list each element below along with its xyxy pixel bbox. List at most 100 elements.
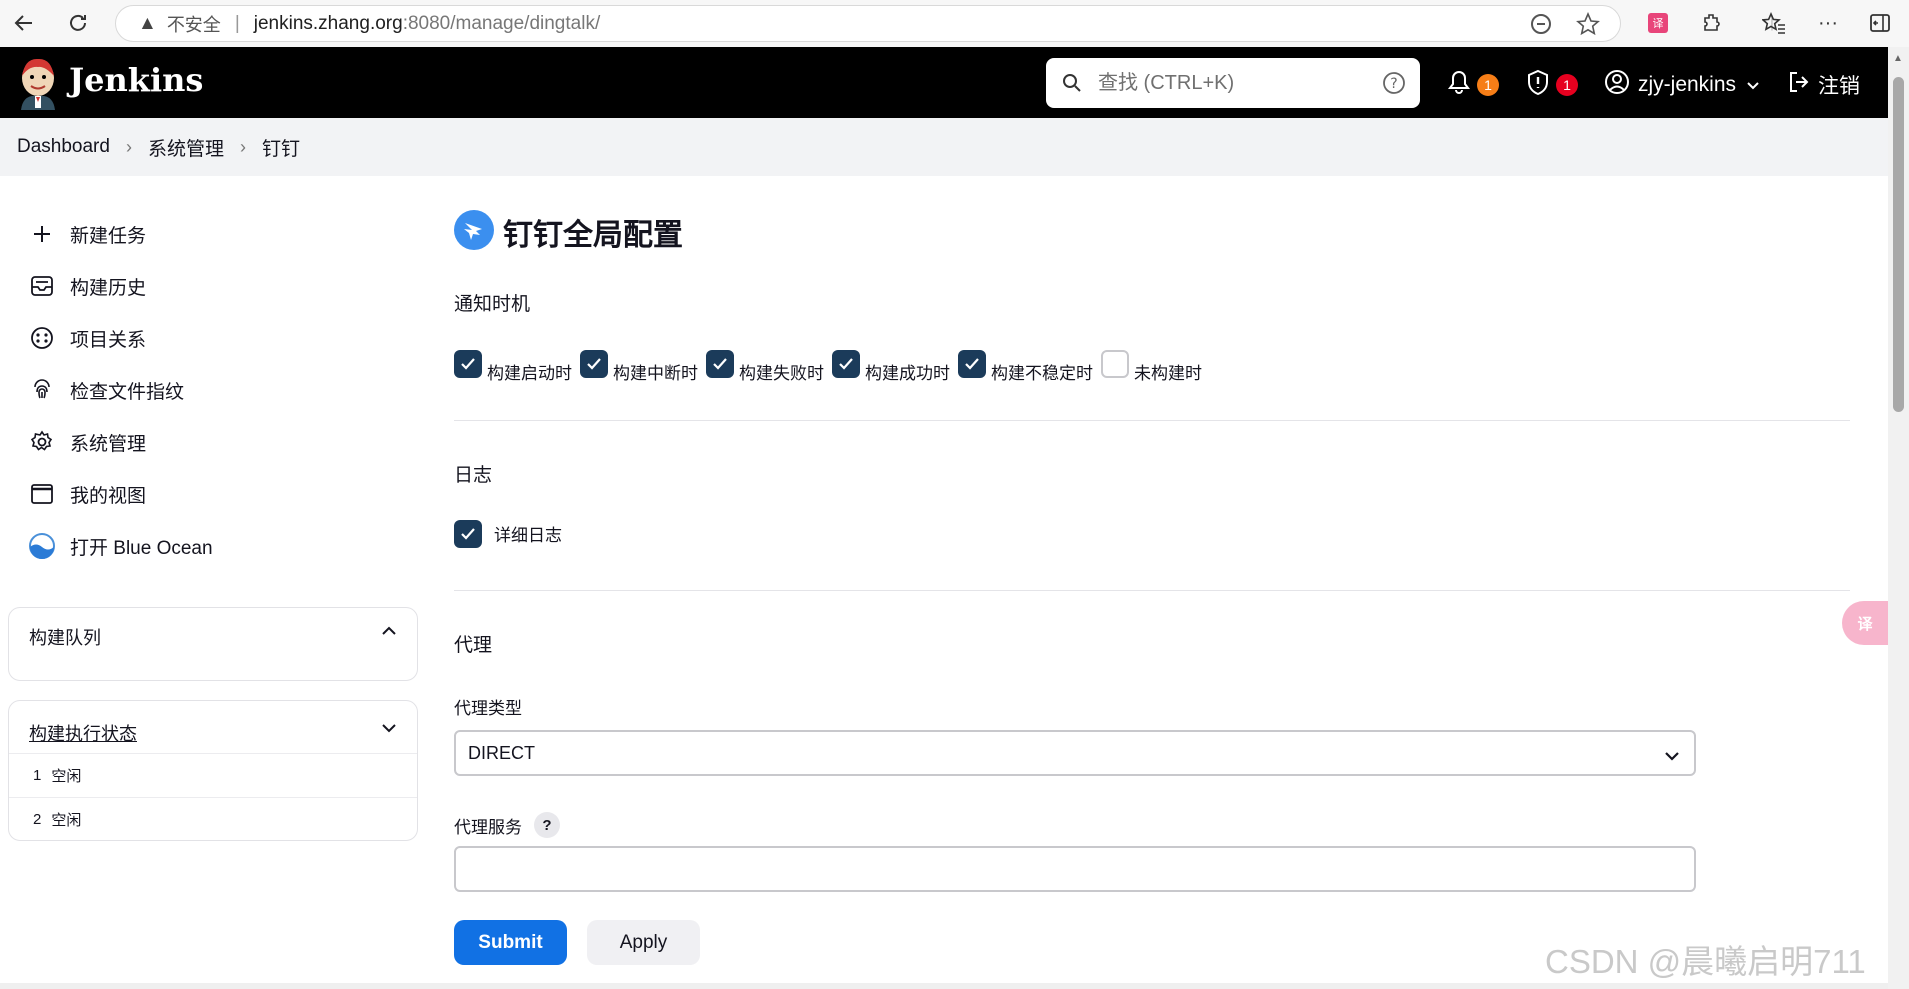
proxy-type-value: DIRECT (468, 742, 535, 763)
favorite-star-icon[interactable] (1576, 11, 1600, 42)
checkbox-label: 构建不稳定时 (991, 364, 1093, 383)
inbox-icon (28, 272, 56, 300)
address-bar[interactable]: ▲ 不安全 | jenkins.zhang.org :8080/manage/d… (115, 5, 1621, 42)
apply-button[interactable]: Apply (587, 920, 700, 965)
scroll-up-arrow-icon[interactable]: ▲ (1893, 53, 1903, 64)
notify-options: 构建启动时 构建中断时 构建失败时 构建成功时 构建不稳定时 未构建时 (454, 350, 1210, 384)
chevron-down-icon (1746, 73, 1760, 97)
sidebar-toggle-icon[interactable] (1866, 9, 1894, 37)
section-divider (454, 590, 1850, 591)
horizontal-scrollbar[interactable] (0, 983, 1888, 989)
sidebar-item-label: 我的视图 (70, 485, 147, 507)
search-input[interactable] (1096, 66, 1356, 100)
help-icon[interactable]: ? (534, 812, 560, 838)
page-title: 钉钉全局配置 (503, 219, 683, 252)
bell-icon (1447, 69, 1471, 101)
checkbox-build-unstable[interactable]: 构建不稳定时 (958, 350, 1093, 384)
jenkins-header: Jenkins ? 1 1 zjy-jenkins 注销 (0, 47, 1888, 118)
checkbox-checked-icon[interactable] (454, 350, 482, 378)
proxy-server-input[interactable] (454, 846, 1696, 892)
favorites-icon[interactable] (1760, 9, 1788, 37)
blue-ocean-icon (28, 532, 56, 560)
sidebar-item-fingerprint[interactable]: 检查文件指纹 (28, 370, 184, 410)
logout-button[interactable]: 注销 (1786, 69, 1860, 101)
build-queue-title[interactable]: 构建队列 (29, 624, 101, 650)
checkbox-checked-icon[interactable] (580, 350, 608, 378)
checkbox-checked-icon[interactable] (832, 350, 860, 378)
logout-label: 注销 (1818, 75, 1860, 98)
svg-text:?: ? (1390, 76, 1397, 92)
chevron-up-icon[interactable] (381, 624, 397, 642)
search-help-icon[interactable]: ? (1382, 71, 1406, 100)
sidebar-item-label: 新建任务 (70, 225, 147, 247)
checkbox-label: 详细日志 (494, 526, 562, 545)
sidebar-item-build-history[interactable]: 构建历史 (28, 266, 146, 306)
jenkins-brand[interactable]: Jenkins (69, 61, 203, 99)
proxy-type-label: 代理类型 (454, 699, 522, 718)
checkbox-build-failure[interactable]: 构建失败时 (706, 350, 824, 384)
sidebar-item-new-item[interactable]: 新建任务 (28, 214, 146, 254)
checkbox-verbose-log[interactable]: 详细日志 (454, 520, 562, 554)
translate-extension-icon[interactable]: 译 (1644, 9, 1672, 37)
sidebar-item-blue-ocean[interactable]: 打开 Blue Ocean (28, 526, 213, 566)
breadcrumb-item-dashboard[interactable]: Dashboard (17, 136, 110, 158)
checkbox-build-success[interactable]: 构建成功时 (832, 350, 950, 384)
url-host: jenkins.zhang.org (253, 12, 403, 34)
executor-number: 2 (33, 811, 42, 828)
chevron-down-icon[interactable] (381, 721, 397, 739)
checkbox-label: 未构建时 (1134, 364, 1202, 383)
checkbox-checked-icon[interactable] (958, 350, 986, 378)
more-icon[interactable]: ··· (1814, 9, 1842, 37)
proxy-type-select[interactable]: DIRECT (454, 730, 1696, 776)
executor-number: 1 (33, 767, 42, 784)
executors-title[interactable]: 构建执行状态 (29, 720, 137, 746)
breadcrumb-chevron-icon: › (125, 136, 132, 157)
breadcrumb-chevron-icon: › (239, 136, 246, 157)
checkbox-label: 构建成功时 (865, 364, 950, 383)
executor-row: 2 空闲 (9, 797, 417, 841)
security-alerts-button[interactable]: 1 (1526, 69, 1578, 101)
translate-floating-button[interactable]: 译 (1842, 601, 1888, 645)
executor-status: 空闲 (51, 812, 82, 829)
extensions-icon[interactable] (1698, 9, 1726, 37)
sidebar-item-manage[interactable]: 系统管理 (28, 422, 146, 462)
executor-row: 1 空闲 (9, 753, 417, 797)
fingerprint-icon (28, 376, 56, 404)
log-section-title: 日志 (454, 465, 493, 486)
shield-icon (1526, 69, 1550, 101)
checkbox-checked-icon[interactable] (706, 350, 734, 378)
security-count-badge: 1 (1556, 74, 1578, 96)
sidebar-item-label: 项目关系 (70, 329, 147, 351)
submit-button[interactable]: Submit (454, 920, 567, 965)
user-menu[interactable]: zjy-jenkins (1604, 69, 1760, 101)
username: zjy-jenkins (1638, 73, 1737, 96)
checkbox-build-abort[interactable]: 构建中断时 (580, 350, 698, 384)
chevron-down-icon (1664, 746, 1680, 767)
notifications-button[interactable]: 1 (1447, 69, 1499, 101)
read-aloud-icon[interactable] (1530, 13, 1552, 41)
svg-text:译: 译 (1653, 17, 1664, 30)
sidebar-item-my-views[interactable]: 我的视图 (28, 474, 146, 514)
sidebar-item-label: 构建历史 (70, 277, 147, 299)
checkbox-label: 构建启动时 (487, 364, 572, 383)
checkbox-unchecked-icon[interactable] (1101, 350, 1129, 378)
sidebar-item-relations[interactable]: 项目关系 (28, 318, 146, 358)
checkbox-build-start[interactable]: 构建启动时 (454, 350, 572, 384)
sidebar-item-label: 打开 Blue Ocean (70, 537, 213, 559)
back-icon[interactable] (10, 9, 38, 37)
jenkins-logo-icon[interactable] (15, 56, 61, 110)
plus-icon (28, 220, 56, 248)
checkbox-checked-icon[interactable] (454, 520, 482, 548)
vertical-scrollbar[interactable]: ▲ (1888, 47, 1909, 989)
checkbox-label: 构建失败时 (739, 364, 824, 383)
breadcrumb-item-dingtalk[interactable]: 钉钉 (262, 134, 300, 161)
checkbox-label: 构建中断时 (613, 364, 698, 383)
security-label: 不安全 (166, 14, 221, 35)
search-box[interactable]: ? (1046, 58, 1420, 108)
refresh-icon[interactable] (64, 9, 92, 37)
notify-section-title: 通知时机 (454, 294, 531, 315)
breadcrumb-item-manage[interactable]: 系统管理 (148, 134, 224, 161)
checkbox-not-built[interactable]: 未构建时 (1101, 350, 1202, 384)
scrollbar-thumb[interactable] (1893, 77, 1904, 412)
executor-status: 空闲 (51, 768, 82, 785)
